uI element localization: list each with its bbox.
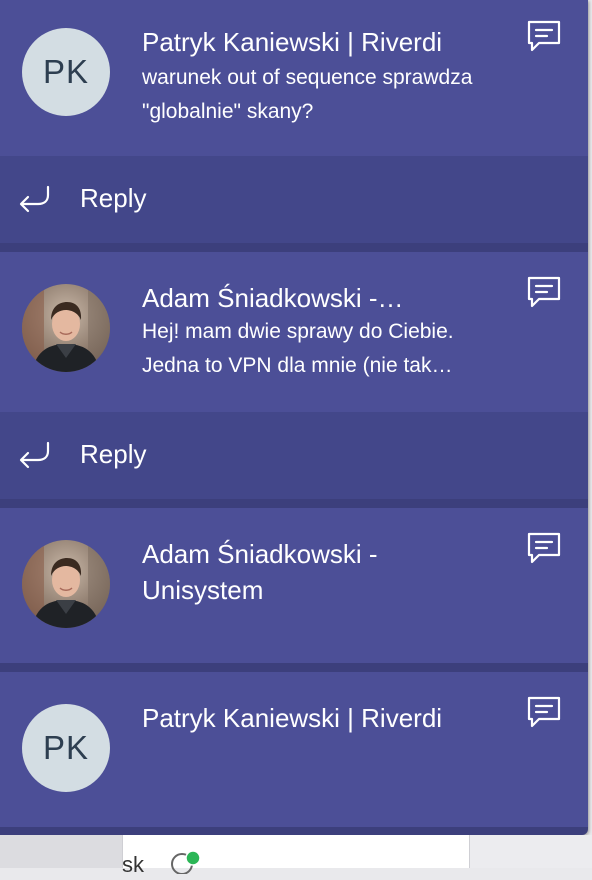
sender-name: Adam Śniadkowski - Unisystem <box>142 539 378 605</box>
message-preview: Hej! mam dwie sprawy do Ciebie. Jedna to… <box>142 315 532 383</box>
preview-line: "globalnie" skany? <box>142 100 314 123</box>
reply-button[interactable]: Reply <box>0 412 588 499</box>
reply-arrow-icon <box>18 185 50 213</box>
chat-bubble-icon[interactable] <box>526 695 562 729</box>
sender-name: Patryk Kaniewski | Riverdi <box>142 27 443 57</box>
reply-arrow-icon <box>18 441 50 469</box>
sender-name: Adam Śniadkowski -… <box>142 283 404 313</box>
preview-line: warunek out of sequence sprawdza <box>142 66 473 89</box>
avatar <box>22 284 110 372</box>
notification-card[interactable]: PK Patryk Kaniewski | Riverdi <box>0 672 588 827</box>
avatar-initials: PK <box>42 53 90 90</box>
preview-line: Hej! mam dwie sprawy do Ciebie. <box>142 320 454 343</box>
avatar: PK <box>22 704 110 792</box>
chat-bubble-icon[interactable] <box>526 275 562 309</box>
chat-bubble-icon[interactable] <box>526 531 562 565</box>
avatar <box>22 540 110 628</box>
background-window: sk <box>0 835 592 877</box>
avatar-initials: PK <box>42 729 90 766</box>
background-panel <box>0 835 122 868</box>
reply-label: Reply <box>80 183 147 213</box>
reply-button[interactable]: Reply <box>0 156 588 243</box>
notification-card[interactable]: Adam Śniadkowski -… Hej! mam dwie sprawy… <box>0 252 588 412</box>
notification-stack: PK Patryk Kaniewski | Riverdi warunek ou… <box>0 0 588 835</box>
reply-label: Reply <box>80 439 147 469</box>
notification-card[interactable]: Adam Śniadkowski - Unisystem <box>0 508 588 663</box>
message-preview: warunek out of sequence sprawdza "global… <box>142 61 532 129</box>
background-text: sk <box>122 852 144 877</box>
presence-available-icon <box>168 850 208 875</box>
chat-bubble-icon[interactable] <box>526 19 562 53</box>
sender-name: Patryk Kaniewski | Riverdi <box>142 703 443 733</box>
notification-card[interactable]: PK Patryk Kaniewski | Riverdi warunek ou… <box>0 0 588 156</box>
preview-line: Jedna to VPN dla mnie (nie tak… <box>142 354 453 377</box>
avatar: PK <box>22 28 110 116</box>
